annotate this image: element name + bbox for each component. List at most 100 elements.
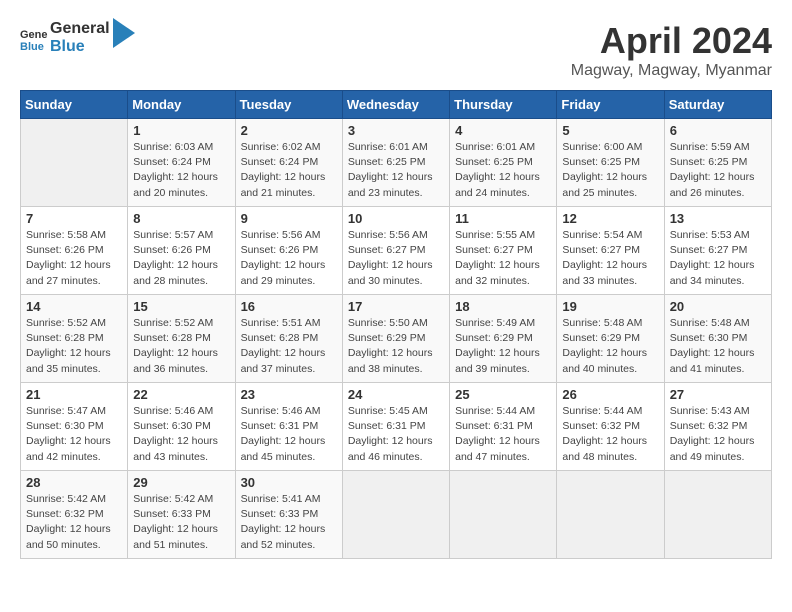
day-number: 18: [455, 299, 551, 314]
day-number: 21: [26, 387, 122, 402]
calendar-cell: 25 Sunrise: 5:44 AM Sunset: 6:31 PM Dayli…: [450, 383, 557, 471]
calendar-cell: 13 Sunrise: 5:53 AM Sunset: 6:27 PM Dayli…: [664, 207, 771, 295]
day-info: Sunrise: 5:43 AM Sunset: 6:32 PM Dayligh…: [670, 404, 766, 465]
day-number: 28: [26, 475, 122, 490]
location-title: Magway, Magway, Myanmar: [571, 62, 772, 80]
day-info: Sunrise: 5:50 AM Sunset: 6:29 PM Dayligh…: [348, 316, 444, 377]
logo-blue: Blue: [50, 38, 110, 56]
calendar-cell: 16Sunrise: 5:51 AM Sunset: 6:28 PM Dayli…: [235, 295, 342, 383]
header-day-saturday: Saturday: [664, 91, 771, 119]
day-number: 1: [133, 123, 229, 138]
day-number: 6: [670, 123, 766, 138]
calendar-cell: 10 Sunrise: 5:56 AM Sunset: 6:27 PM Dayli…: [342, 207, 449, 295]
week-row-1: 1 Sunrise: 6:03 AM Sunset: 6:24 PM Daylig…: [21, 119, 772, 207]
calendar-cell: 4 Sunrise: 6:01 AM Sunset: 6:25 PM Daylig…: [450, 119, 557, 207]
day-number: 11: [455, 211, 551, 226]
day-info: Sunrise: 5:42 AM Sunset: 6:32 PM Dayligh…: [26, 492, 122, 553]
day-number: 13: [670, 211, 766, 226]
calendar-cell: [21, 119, 128, 207]
header-day-tuesday: Tuesday: [235, 91, 342, 119]
day-info: Sunrise: 5:52 AM Sunset: 6:28 PM Dayligh…: [26, 316, 122, 377]
day-info: Sunrise: 6:01 AM Sunset: 6:25 PM Dayligh…: [455, 140, 551, 201]
day-number: 5: [562, 123, 658, 138]
calendar-cell: 17 Sunrise: 5:50 AM Sunset: 6:29 PM Dayli…: [342, 295, 449, 383]
day-number: 10: [348, 211, 444, 226]
day-info: Sunrise: 5:58 AM Sunset: 6:26 PM Dayligh…: [26, 228, 122, 289]
logo-icon: General Blue: [20, 24, 48, 52]
week-row-5: 28 Sunrise: 5:42 AM Sunset: 6:32 PM Dayli…: [21, 471, 772, 559]
day-info: Sunrise: 6:01 AM Sunset: 6:25 PM Dayligh…: [348, 140, 444, 201]
calendar-cell: [664, 471, 771, 559]
calendar-cell: 21Sunrise: 5:47 AM Sunset: 6:30 PM Dayli…: [21, 383, 128, 471]
day-number: 22: [133, 387, 229, 402]
calendar-cell: 15 Sunrise: 5:52 AM Sunset: 6:28 PM Dayli…: [128, 295, 235, 383]
day-info: Sunrise: 5:44 AM Sunset: 6:31 PM Dayligh…: [455, 404, 551, 465]
calendar-cell: 18Sunrise: 5:49 AM Sunset: 6:29 PM Dayli…: [450, 295, 557, 383]
day-number: 23: [241, 387, 337, 402]
calendar-cell: 28 Sunrise: 5:42 AM Sunset: 6:32 PM Dayli…: [21, 471, 128, 559]
day-number: 27: [670, 387, 766, 402]
calendar-cell: 14 Sunrise: 5:52 AM Sunset: 6:28 PM Dayli…: [21, 295, 128, 383]
day-info: Sunrise: 5:46 AM Sunset: 6:30 PM Dayligh…: [133, 404, 229, 465]
day-info: Sunrise: 5:48 AM Sunset: 6:29 PM Dayligh…: [562, 316, 658, 377]
day-info: Sunrise: 5:41 AM Sunset: 6:33 PM Dayligh…: [241, 492, 337, 553]
day-info: Sunrise: 5:57 AM Sunset: 6:26 PM Dayligh…: [133, 228, 229, 289]
day-number: 7: [26, 211, 122, 226]
day-info: Sunrise: 5:54 AM Sunset: 6:27 PM Dayligh…: [562, 228, 658, 289]
calendar-cell: [342, 471, 449, 559]
day-number: 25: [455, 387, 551, 402]
calendar-header-row: SundayMondayTuesdayWednesdayThursdayFrid…: [21, 91, 772, 119]
calendar-cell: 30 Sunrise: 5:41 AM Sunset: 6:33 PM Dayli…: [235, 471, 342, 559]
calendar-cell: 29Sunrise: 5:42 AM Sunset: 6:33 PM Dayli…: [128, 471, 235, 559]
day-number: 17: [348, 299, 444, 314]
calendar-cell: 9Sunrise: 5:56 AM Sunset: 6:26 PM Daylig…: [235, 207, 342, 295]
calendar-cell: 23 Sunrise: 5:46 AM Sunset: 6:31 PM Dayli…: [235, 383, 342, 471]
day-number: 4: [455, 123, 551, 138]
calendar-cell: 2Sunrise: 6:02 AM Sunset: 6:24 PM Daylig…: [235, 119, 342, 207]
day-info: Sunrise: 5:59 AM Sunset: 6:25 PM Dayligh…: [670, 140, 766, 201]
day-number: 12: [562, 211, 658, 226]
day-info: Sunrise: 6:00 AM Sunset: 6:25 PM Dayligh…: [562, 140, 658, 201]
logo-general: General: [50, 20, 110, 38]
header-day-friday: Friday: [557, 91, 664, 119]
day-number: 24: [348, 387, 444, 402]
calendar-table: SundayMondayTuesdayWednesdayThursdayFrid…: [20, 90, 772, 559]
week-row-4: 21Sunrise: 5:47 AM Sunset: 6:30 PM Dayli…: [21, 383, 772, 471]
month-title: April 2024: [571, 20, 772, 62]
calendar-cell: [450, 471, 557, 559]
day-info: Sunrise: 5:45 AM Sunset: 6:31 PM Dayligh…: [348, 404, 444, 465]
calendar-cell: 11Sunrise: 5:55 AM Sunset: 6:27 PM Dayli…: [450, 207, 557, 295]
day-info: Sunrise: 5:53 AM Sunset: 6:27 PM Dayligh…: [670, 228, 766, 289]
calendar-cell: 5 Sunrise: 6:00 AM Sunset: 6:25 PM Daylig…: [557, 119, 664, 207]
header-day-sunday: Sunday: [21, 91, 128, 119]
calendar-cell: 3Sunrise: 6:01 AM Sunset: 6:25 PM Daylig…: [342, 119, 449, 207]
logo: General Blue General Blue: [20, 20, 135, 55]
day-number: 19: [562, 299, 658, 314]
day-info: Sunrise: 5:56 AM Sunset: 6:27 PM Dayligh…: [348, 228, 444, 289]
day-number: 30: [241, 475, 337, 490]
day-number: 9: [241, 211, 337, 226]
day-number: 26: [562, 387, 658, 402]
calendar-cell: 24 Sunrise: 5:45 AM Sunset: 6:31 PM Dayli…: [342, 383, 449, 471]
day-number: 15: [133, 299, 229, 314]
day-number: 14: [26, 299, 122, 314]
calendar-cell: 27 Sunrise: 5:43 AM Sunset: 6:32 PM Dayli…: [664, 383, 771, 471]
header-day-thursday: Thursday: [450, 91, 557, 119]
header-day-monday: Monday: [128, 91, 235, 119]
calendar-cell: 8Sunrise: 5:57 AM Sunset: 6:26 PM Daylig…: [128, 207, 235, 295]
day-info: Sunrise: 6:03 AM Sunset: 6:24 PM Dayligh…: [133, 140, 229, 201]
day-info: Sunrise: 5:46 AM Sunset: 6:31 PM Dayligh…: [241, 404, 337, 465]
day-info: Sunrise: 5:51 AM Sunset: 6:28 PM Dayligh…: [241, 316, 337, 377]
day-info: Sunrise: 5:52 AM Sunset: 6:28 PM Dayligh…: [133, 316, 229, 377]
calendar-cell: [557, 471, 664, 559]
day-number: 2: [241, 123, 337, 138]
title-area: April 2024 Magway, Magway, Myanmar: [571, 20, 772, 80]
calendar-body: 1 Sunrise: 6:03 AM Sunset: 6:24 PM Daylig…: [21, 119, 772, 559]
logo-arrow-icon: [113, 18, 135, 48]
calendar-cell: 22 Sunrise: 5:46 AM Sunset: 6:30 PM Dayli…: [128, 383, 235, 471]
svg-text:Blue: Blue: [20, 41, 44, 52]
calendar-cell: 19 Sunrise: 5:48 AM Sunset: 6:29 PM Dayli…: [557, 295, 664, 383]
day-info: Sunrise: 5:44 AM Sunset: 6:32 PM Dayligh…: [562, 404, 658, 465]
svg-text:General: General: [20, 29, 48, 41]
header-day-wednesday: Wednesday: [342, 91, 449, 119]
